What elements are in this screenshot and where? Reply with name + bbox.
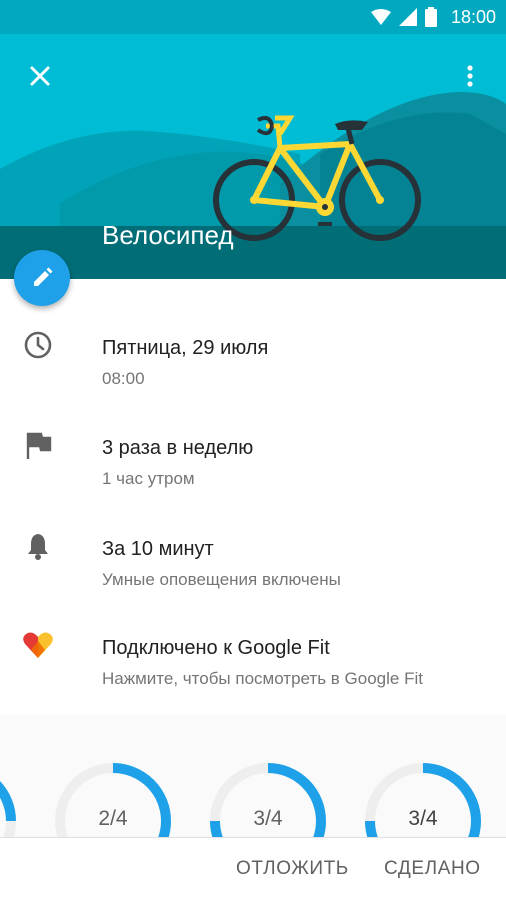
smart-alerts-text: Умные оповещения включены <box>102 570 341 589</box>
progress-ring-label: 3/4 <box>253 807 283 830</box>
bicycle-illustration <box>0 34 506 279</box>
list-item-google-fit[interactable]: Подключено к Google Fit Нажмите, чтобы п… <box>0 611 506 701</box>
progress-ring-arc <box>0 781 16 837</box>
done-button[interactable]: СДЕЛАНО <box>384 858 481 880</box>
time-text: 08:00 <box>102 369 145 388</box>
progress-ring-label: 2/4 <box>98 807 128 830</box>
list-item-frequency[interactable]: 3 раза в неделю 1 час утром <box>0 413 506 503</box>
wifi-icon <box>370 9 391 25</box>
progress-ring[interactable] <box>0 763 16 837</box>
date-text: Пятница, 29 июля <box>102 337 269 359</box>
snooze-button[interactable]: ОТЛОЖИТЬ <box>236 858 349 880</box>
page-title: Велосипед <box>102 220 234 250</box>
flag-icon <box>26 432 52 459</box>
progress-ring[interactable]: 3/4 <box>210 763 326 837</box>
progress-ring[interactable]: 3/4 <box>365 763 481 837</box>
progress-ring-fill <box>0 781 16 822</box>
signal-icon <box>398 8 417 26</box>
weekly-progress: 2/4 3/4 3/4 <box>0 715 506 837</box>
google-fit-heart-icon <box>23 632 53 658</box>
hero-header: Велосипед <box>0 34 506 279</box>
pencil-icon <box>34 267 53 286</box>
duration-text: 1 час утром <box>102 469 195 488</box>
clock-icon <box>24 331 52 359</box>
status-time: 18:00 <box>450 6 496 27</box>
progress-ring-label: 3/4 <box>408 807 438 830</box>
google-fit-hint-text: Нажмите, чтобы посмотреть в Google Fit <box>102 669 423 688</box>
bell-icon <box>28 534 48 560</box>
action-bar: ОТЛОЖИТЬ СДЕЛАНО <box>0 837 506 900</box>
google-fit-status-text: Подключено к Google Fit <box>102 637 330 659</box>
status-bar: 18:00 <box>0 0 506 34</box>
reminder-text: За 10 минут <box>102 538 214 560</box>
list-item-date[interactable]: Пятница, 29 июля 08:00 <box>0 313 506 403</box>
more-options-icon[interactable] <box>452 58 488 94</box>
battery-icon <box>424 7 437 27</box>
list-item-reminder[interactable]: За 10 минут Умные оповещения включены <box>0 514 506 604</box>
details-list: Пятница, 29 июля 08:00 3 раза в неделю 1… <box>0 279 506 715</box>
frequency-text: 3 раза в неделю <box>102 437 254 459</box>
edit-button[interactable] <box>14 250 70 306</box>
progress-ring[interactable]: 2/4 <box>55 763 171 837</box>
close-icon[interactable] <box>22 58 58 94</box>
